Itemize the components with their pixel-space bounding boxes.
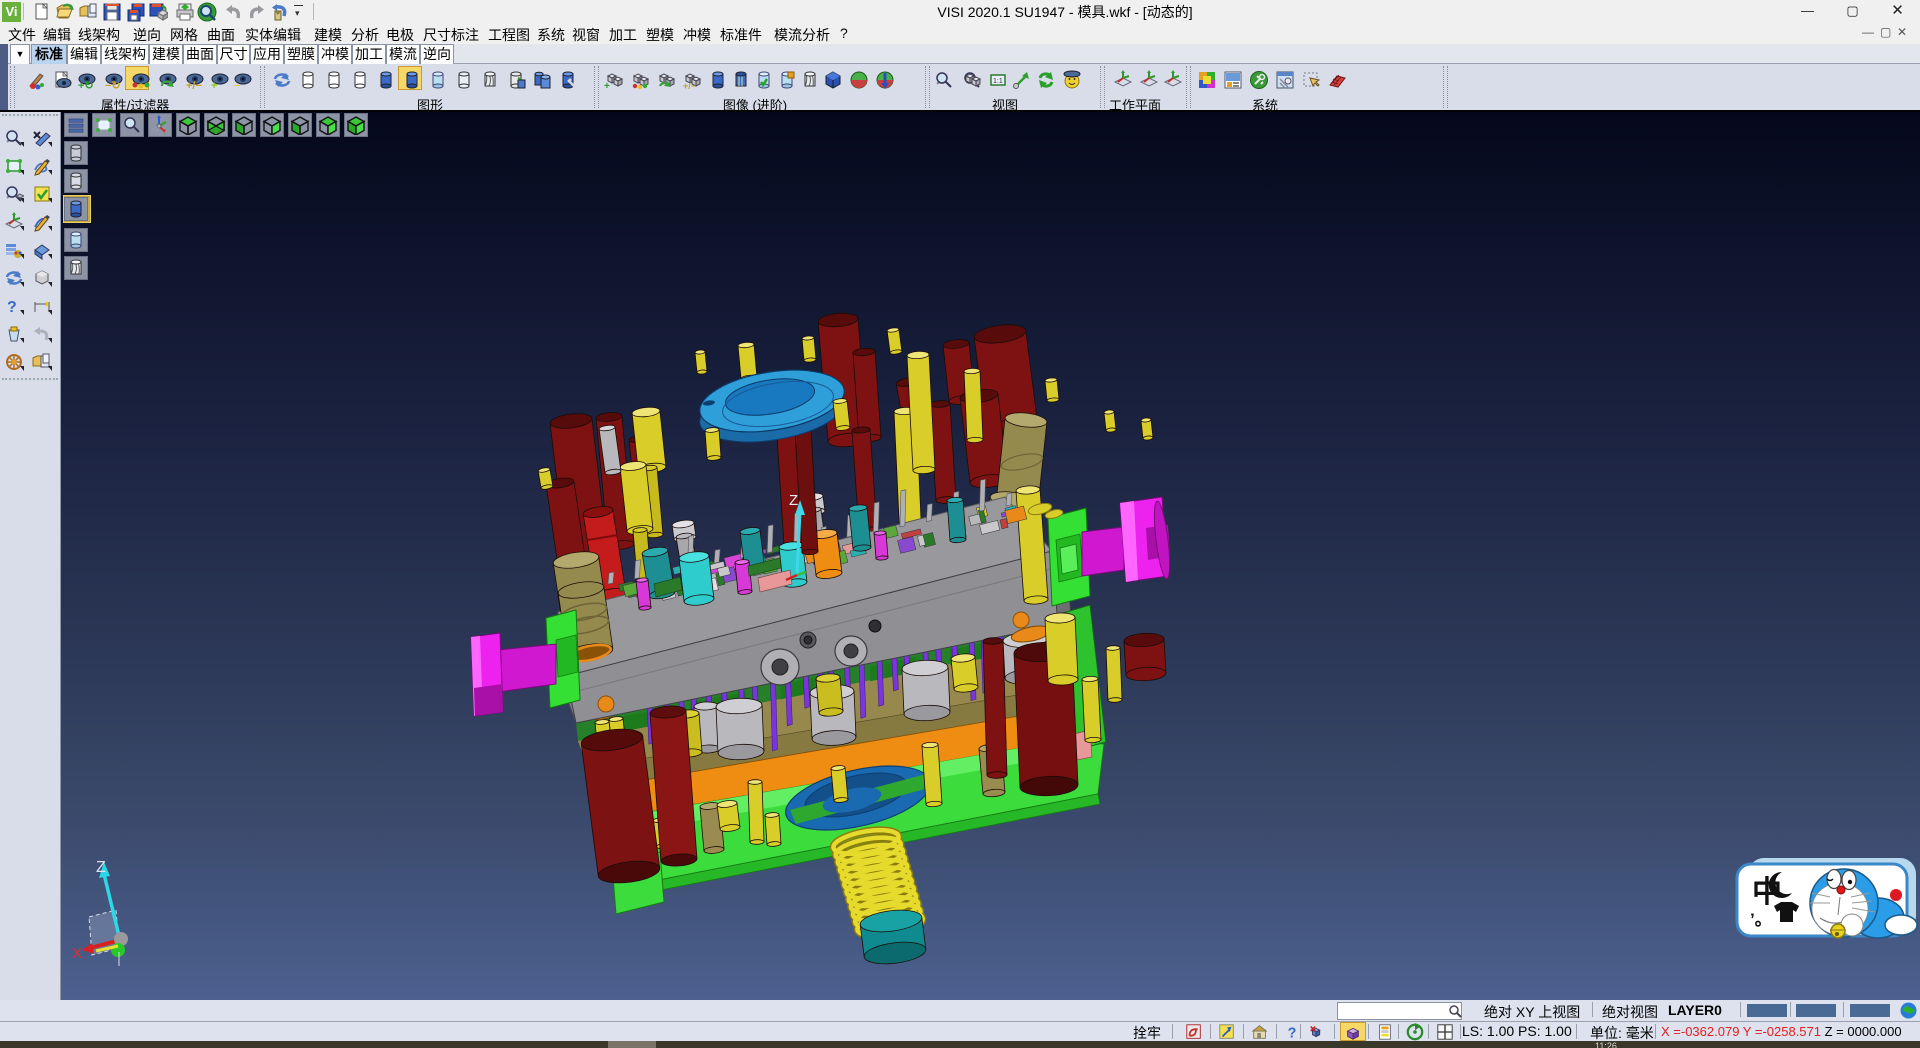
svg-text:Z: Z [789, 492, 798, 509]
svg-text:X: X [72, 945, 82, 962]
svg-text:Z: Z [96, 859, 106, 876]
svg-text:’。: ’。 [1750, 910, 1772, 929]
